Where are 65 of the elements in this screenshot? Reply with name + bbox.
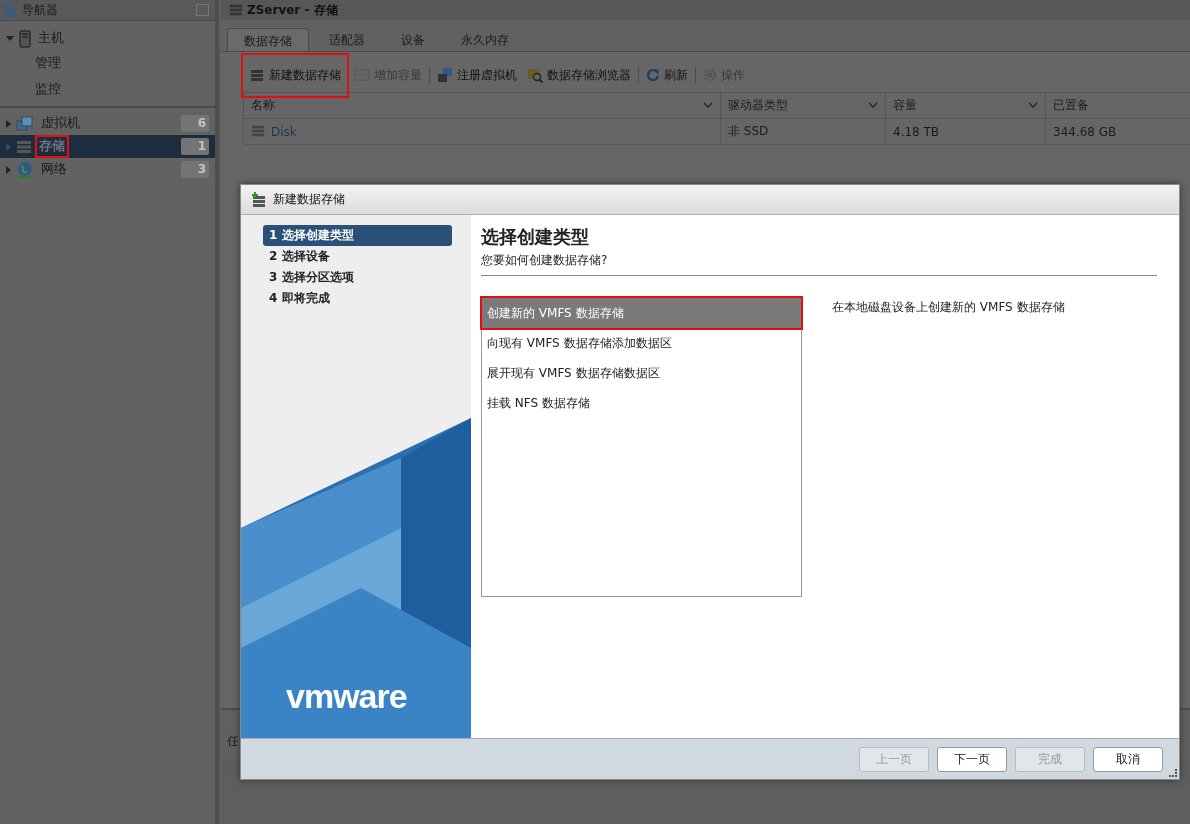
- refresh-icon: [646, 68, 660, 82]
- page-subheading: 您要如何创建数据存储?: [481, 252, 609, 269]
- column-header: 任: [227, 733, 239, 750]
- wizard-step[interactable]: 1 选择创建类型: [263, 225, 452, 246]
- register-icon: [437, 67, 453, 83]
- option-item[interactable]: 向现有 VMFS 数据存储添加数据区: [482, 328, 801, 358]
- storage-icon: [251, 124, 265, 138]
- chevron-down-icon[interactable]: [703, 102, 713, 108]
- tab[interactable]: 数据存储: [227, 28, 309, 51]
- dialog-title: 新建数据存储: [273, 191, 345, 208]
- storage-icon: [16, 139, 32, 154]
- chevron-down-icon[interactable]: [1028, 102, 1038, 108]
- tab[interactable]: 永久内存: [445, 28, 525, 51]
- wizard-step[interactable]: 3 选择分区选项: [263, 267, 452, 288]
- server-icon: [19, 29, 31, 48]
- navigator-subitem[interactable]: 监控: [0, 76, 215, 102]
- count-badge: 3: [181, 161, 209, 178]
- magnifier-icon: [527, 67, 543, 83]
- navigator-item[interactable]: 主机: [0, 27, 215, 50]
- resize-grip-icon[interactable]: [1169, 769, 1177, 777]
- toolbar-button[interactable]: 刷新: [643, 63, 691, 87]
- count-badge: 1: [181, 138, 209, 155]
- navigator-item[interactable]: 虚拟机 6: [0, 112, 215, 135]
- table-cell: 4.18 TB: [885, 118, 1046, 145]
- option-item[interactable]: 挂载 NFS 数据存储: [482, 388, 801, 418]
- dialog-button[interactable]: 取消: [1093, 746, 1163, 772]
- column-header[interactable]: 容量: [885, 92, 1046, 119]
- storage-add-icon: [251, 191, 267, 208]
- navigator-label: 虚拟机: [40, 114, 81, 132]
- expander-icon[interactable]: [6, 165, 11, 174]
- table-cell: 非 SSD: [720, 118, 886, 145]
- tab[interactable]: 适配器: [313, 28, 381, 51]
- tree-icon: [2, 2, 18, 18]
- navigator-label: 主机: [37, 29, 65, 47]
- navigator-item[interactable]: 网络 3: [0, 158, 215, 181]
- wizard-step[interactable]: 2 选择设备: [263, 246, 452, 267]
- navigator-label: 网络: [40, 160, 68, 178]
- table-cell: Disk: [243, 118, 721, 145]
- dialog-button[interactable]: 下一页: [937, 746, 1007, 772]
- toolbar-button[interactable]: 数据存储浏览器: [524, 63, 634, 87]
- option-item[interactable]: 展开现有 VMFS 数据存储数据区: [482, 358, 801, 388]
- navigator-label: 存储: [37, 137, 67, 156]
- column-header[interactable]: 名称: [243, 92, 721, 119]
- expander-icon[interactable]: [6, 142, 11, 151]
- windows-stack-icon: [16, 115, 34, 132]
- column-header[interactable]: 已置备: [1045, 92, 1190, 119]
- option-item[interactable]: 创建新的 VMFS 数据存储: [482, 298, 801, 328]
- collapse-icon[interactable]: [196, 4, 209, 16]
- storage-icon: [229, 3, 243, 17]
- page-heading: 选择创建类型: [481, 225, 590, 249]
- wizard-step[interactable]: 4 即将完成: [263, 288, 452, 309]
- expander-icon[interactable]: [6, 119, 11, 128]
- panel-title: ZServer - 存储: [247, 1, 338, 19]
- storage-add-icon: [249, 68, 265, 82]
- column-header[interactable]: 驱动器类型: [720, 92, 886, 119]
- logo: vmware: [286, 677, 407, 716]
- globe-icon: [16, 160, 34, 179]
- option-description: 在本地磁盘设备上创建新的 VMFS 数据存储: [832, 299, 1065, 316]
- navigator-item[interactable]: 存储 1: [0, 135, 215, 158]
- tab[interactable]: 设备: [385, 28, 441, 51]
- chevron-down-icon[interactable]: [868, 102, 878, 108]
- navigator-subitem[interactable]: 管理: [0, 50, 215, 76]
- count-badge: 6: [181, 115, 209, 132]
- expander-icon[interactable]: [6, 36, 14, 41]
- toolbar-button[interactable]: 注册虚拟机: [434, 63, 520, 87]
